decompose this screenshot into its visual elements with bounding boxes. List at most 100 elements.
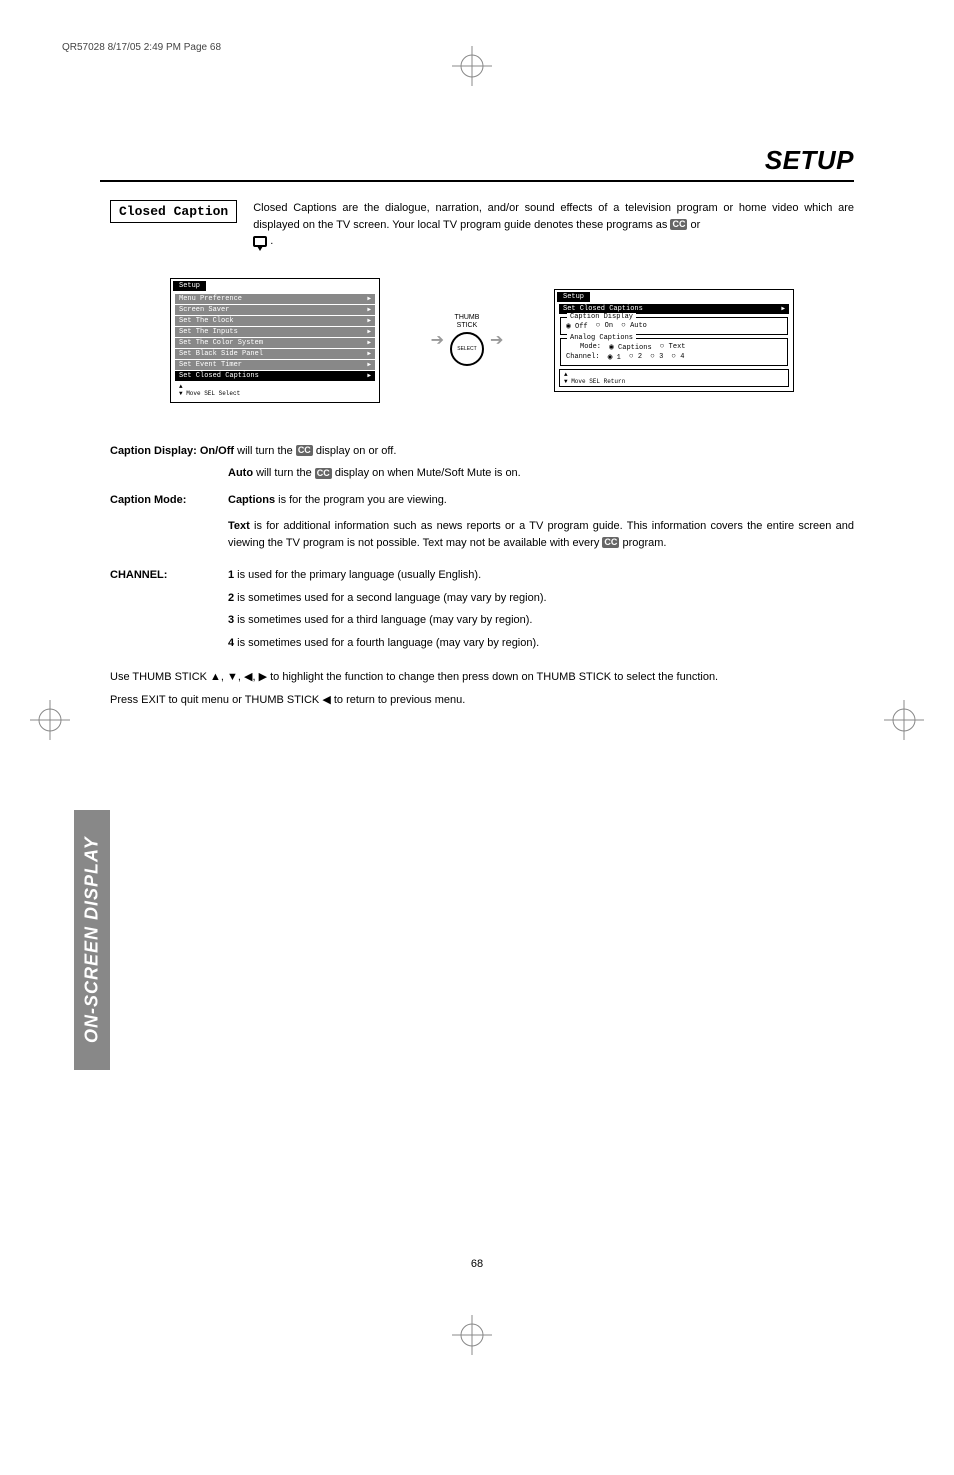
osd-item-label: Set Event Timer <box>179 361 242 369</box>
text: will turn the <box>253 467 315 479</box>
auto-bold: Auto <box>228 467 253 479</box>
arrow-right-icon: ➔ <box>431 330 444 350</box>
text: is for additional information such as ne… <box>228 520 854 549</box>
radio-text: ○ Text <box>660 342 686 351</box>
thumb-stick-graphic: ➔ THUMB STICK SELECT ➔ <box>431 314 504 366</box>
sidebar-tab: ON-SCREEN DISPLAY <box>74 810 110 1070</box>
radio-off: ◉ Off <box>566 321 588 331</box>
content-area: Closed Caption Closed Captions are the d… <box>110 200 854 714</box>
osd-item-label: Menu Preference <box>179 295 242 303</box>
section-header: SETUP <box>100 145 854 182</box>
thumb-label-b: STICK <box>457 322 478 329</box>
arrow-right-icon: ➔ <box>490 330 503 350</box>
menu-screenshots-row: Setup Menu Preference ▶ Screen Saver ▶ Set… <box>170 278 794 403</box>
channel-heading: CHANNEL: <box>110 567 218 657</box>
arrow-right-icon: ▶ <box>367 372 371 379</box>
radio-auto: ○ Auto <box>621 321 647 330</box>
text: program. <box>619 537 666 549</box>
arrow-right-icon: ▶ <box>367 306 371 313</box>
cc-icon: CC <box>315 468 332 479</box>
mode-label: Mode: <box>580 343 601 351</box>
text: is for the program you are viewing. <box>275 494 447 506</box>
arrow-right-icon: ▶ <box>367 328 371 335</box>
osd-item-color-system: Set The Color System ▶ <box>175 338 375 348</box>
osd-item-label: Set Closed Captions <box>179 372 259 380</box>
text: is sometimes used for a third language (… <box>234 614 532 626</box>
osd-menu-right: Setup Set Closed Captions ▶ Caption Displ… <box>554 289 794 392</box>
definitions: Caption Display: On/Off will turn the CC… <box>110 443 854 709</box>
analog-captions-legend: Analog Captions <box>567 334 636 342</box>
osd-item-label: Set Black Side Panel <box>179 350 263 358</box>
text: is used for the primary language (usuall… <box>234 569 481 581</box>
analog-captions-group: Analog Captions Mode: ◉ Captions ○ Text … <box>560 338 788 366</box>
arrow-right-icon: ▶ <box>781 305 785 312</box>
osd-footer-text: Move SEL Select <box>186 390 240 397</box>
arrow-right-icon: ▶ <box>367 317 371 324</box>
thumb-stick-icon: SELECT <box>450 332 484 366</box>
arrow-right-icon: ▶ <box>367 339 371 346</box>
osd-left-title: Setup <box>173 281 206 291</box>
crop-mark-bottom <box>452 1315 492 1355</box>
osd-item-label: Set The Clock <box>179 317 234 325</box>
auto-def: Auto will turn the CC display on when Mu… <box>228 465 854 482</box>
text-bold: Text <box>228 520 250 532</box>
intro-or: or <box>691 219 701 231</box>
footer-instruction-1: Use THUMB STICK ▲, ▼, ◀, ▶ to highlight … <box>110 669 854 686</box>
osd-menu-left: Setup Menu Preference ▶ Screen Saver ▶ Set… <box>170 278 380 403</box>
osd-item-menu-preference: Menu Preference ▶ <box>175 294 375 304</box>
radio-ch2: ○ 2 <box>629 352 642 361</box>
cc-icon: CC <box>602 537 619 548</box>
channel-body: 1 is used for the primary language (usua… <box>228 567 854 657</box>
footer-instruction-2: Press EXIT to quit menu or THUMB STICK ◀… <box>110 692 854 709</box>
caption-mode-body: Captions is for the program you are view… <box>228 492 854 558</box>
arrow-right-icon: ▶ <box>367 350 371 357</box>
intro-paragraph: Closed Captions are the dialogue, narrat… <box>253 200 854 250</box>
thumb-label-a: THUMB <box>455 314 480 321</box>
caption-mode-label: Caption Mode: <box>110 492 218 558</box>
osd-item-label: Set The Color System <box>179 339 263 347</box>
caption-display-bold: Caption Display: On/Off <box>110 445 234 457</box>
crop-mark-right <box>884 700 924 740</box>
intro-period: . <box>270 235 273 247</box>
radio-captions: ◉ Captions <box>609 342 652 352</box>
text: display on when Mute/Soft Mute is on. <box>332 467 521 479</box>
osd-subtitle-label: Set Closed Captions <box>563 305 643 313</box>
text: is sometimes used for a second language … <box>234 592 546 604</box>
caption-display-group: Caption Display ◉ Off ○ On ○ Auto <box>560 317 788 335</box>
osd-right-nav: ▲▼ Move SEL Return <box>559 369 789 387</box>
closed-caption-heading: Closed Caption <box>110 200 237 223</box>
caption-display-legend: Caption Display <box>567 313 636 321</box>
osd-item-screen-saver: Screen Saver ▶ <box>175 305 375 315</box>
osd-item-event-timer: Set Event Timer ▶ <box>175 360 375 370</box>
osd-item-label: Screen Saver <box>179 306 229 314</box>
text: display on or off. <box>313 445 397 457</box>
text: is sometimes used for a fourth language … <box>234 637 539 649</box>
caption-display-def: Caption Display: On/Off will turn the CC… <box>110 443 854 460</box>
captions-bold: Captions <box>228 494 275 506</box>
channel-label: Channel: <box>566 353 600 361</box>
cc-icon: CC <box>670 219 687 230</box>
crop-mark-top <box>452 46 492 86</box>
thumb-label: THUMB STICK <box>455 314 480 329</box>
section-title: SETUP <box>100 145 854 176</box>
print-header: QR57028 8/17/05 2:49 PM Page 68 <box>62 42 221 53</box>
radio-ch4: ○ 4 <box>671 352 684 361</box>
osd-item-set-inputs: Set The Inputs ▶ <box>175 327 375 337</box>
radio-ch1: ◉ 1 <box>608 352 621 362</box>
page-number: 68 <box>0 1258 954 1270</box>
intro-text-a: Closed Captions are the dialogue, narrat… <box>253 202 854 231</box>
arrow-right-icon: ▶ <box>367 361 371 368</box>
osd-item-set-clock: Set The Clock ▶ <box>175 316 375 326</box>
osd-item-black-side-panel: Set Black Side Panel ▶ <box>175 349 375 359</box>
radio-ch3: ○ 3 <box>650 352 663 361</box>
osd-item-closed-captions-selected: Set Closed Captions ▶ <box>175 371 375 381</box>
osd-nav-text: Move SEL Return <box>571 378 625 385</box>
radio-on: ○ On <box>596 321 613 330</box>
speech-bubble-icon <box>253 236 267 247</box>
osd-right-title: Setup <box>557 292 590 302</box>
text: will turn the <box>234 445 296 457</box>
crop-mark-left <box>30 700 70 740</box>
osd-item-label: Set The Inputs <box>179 328 238 336</box>
arrow-right-icon: ▶ <box>367 295 371 302</box>
osd-left-footer: ▲▼ Move SEL Select <box>175 382 375 398</box>
